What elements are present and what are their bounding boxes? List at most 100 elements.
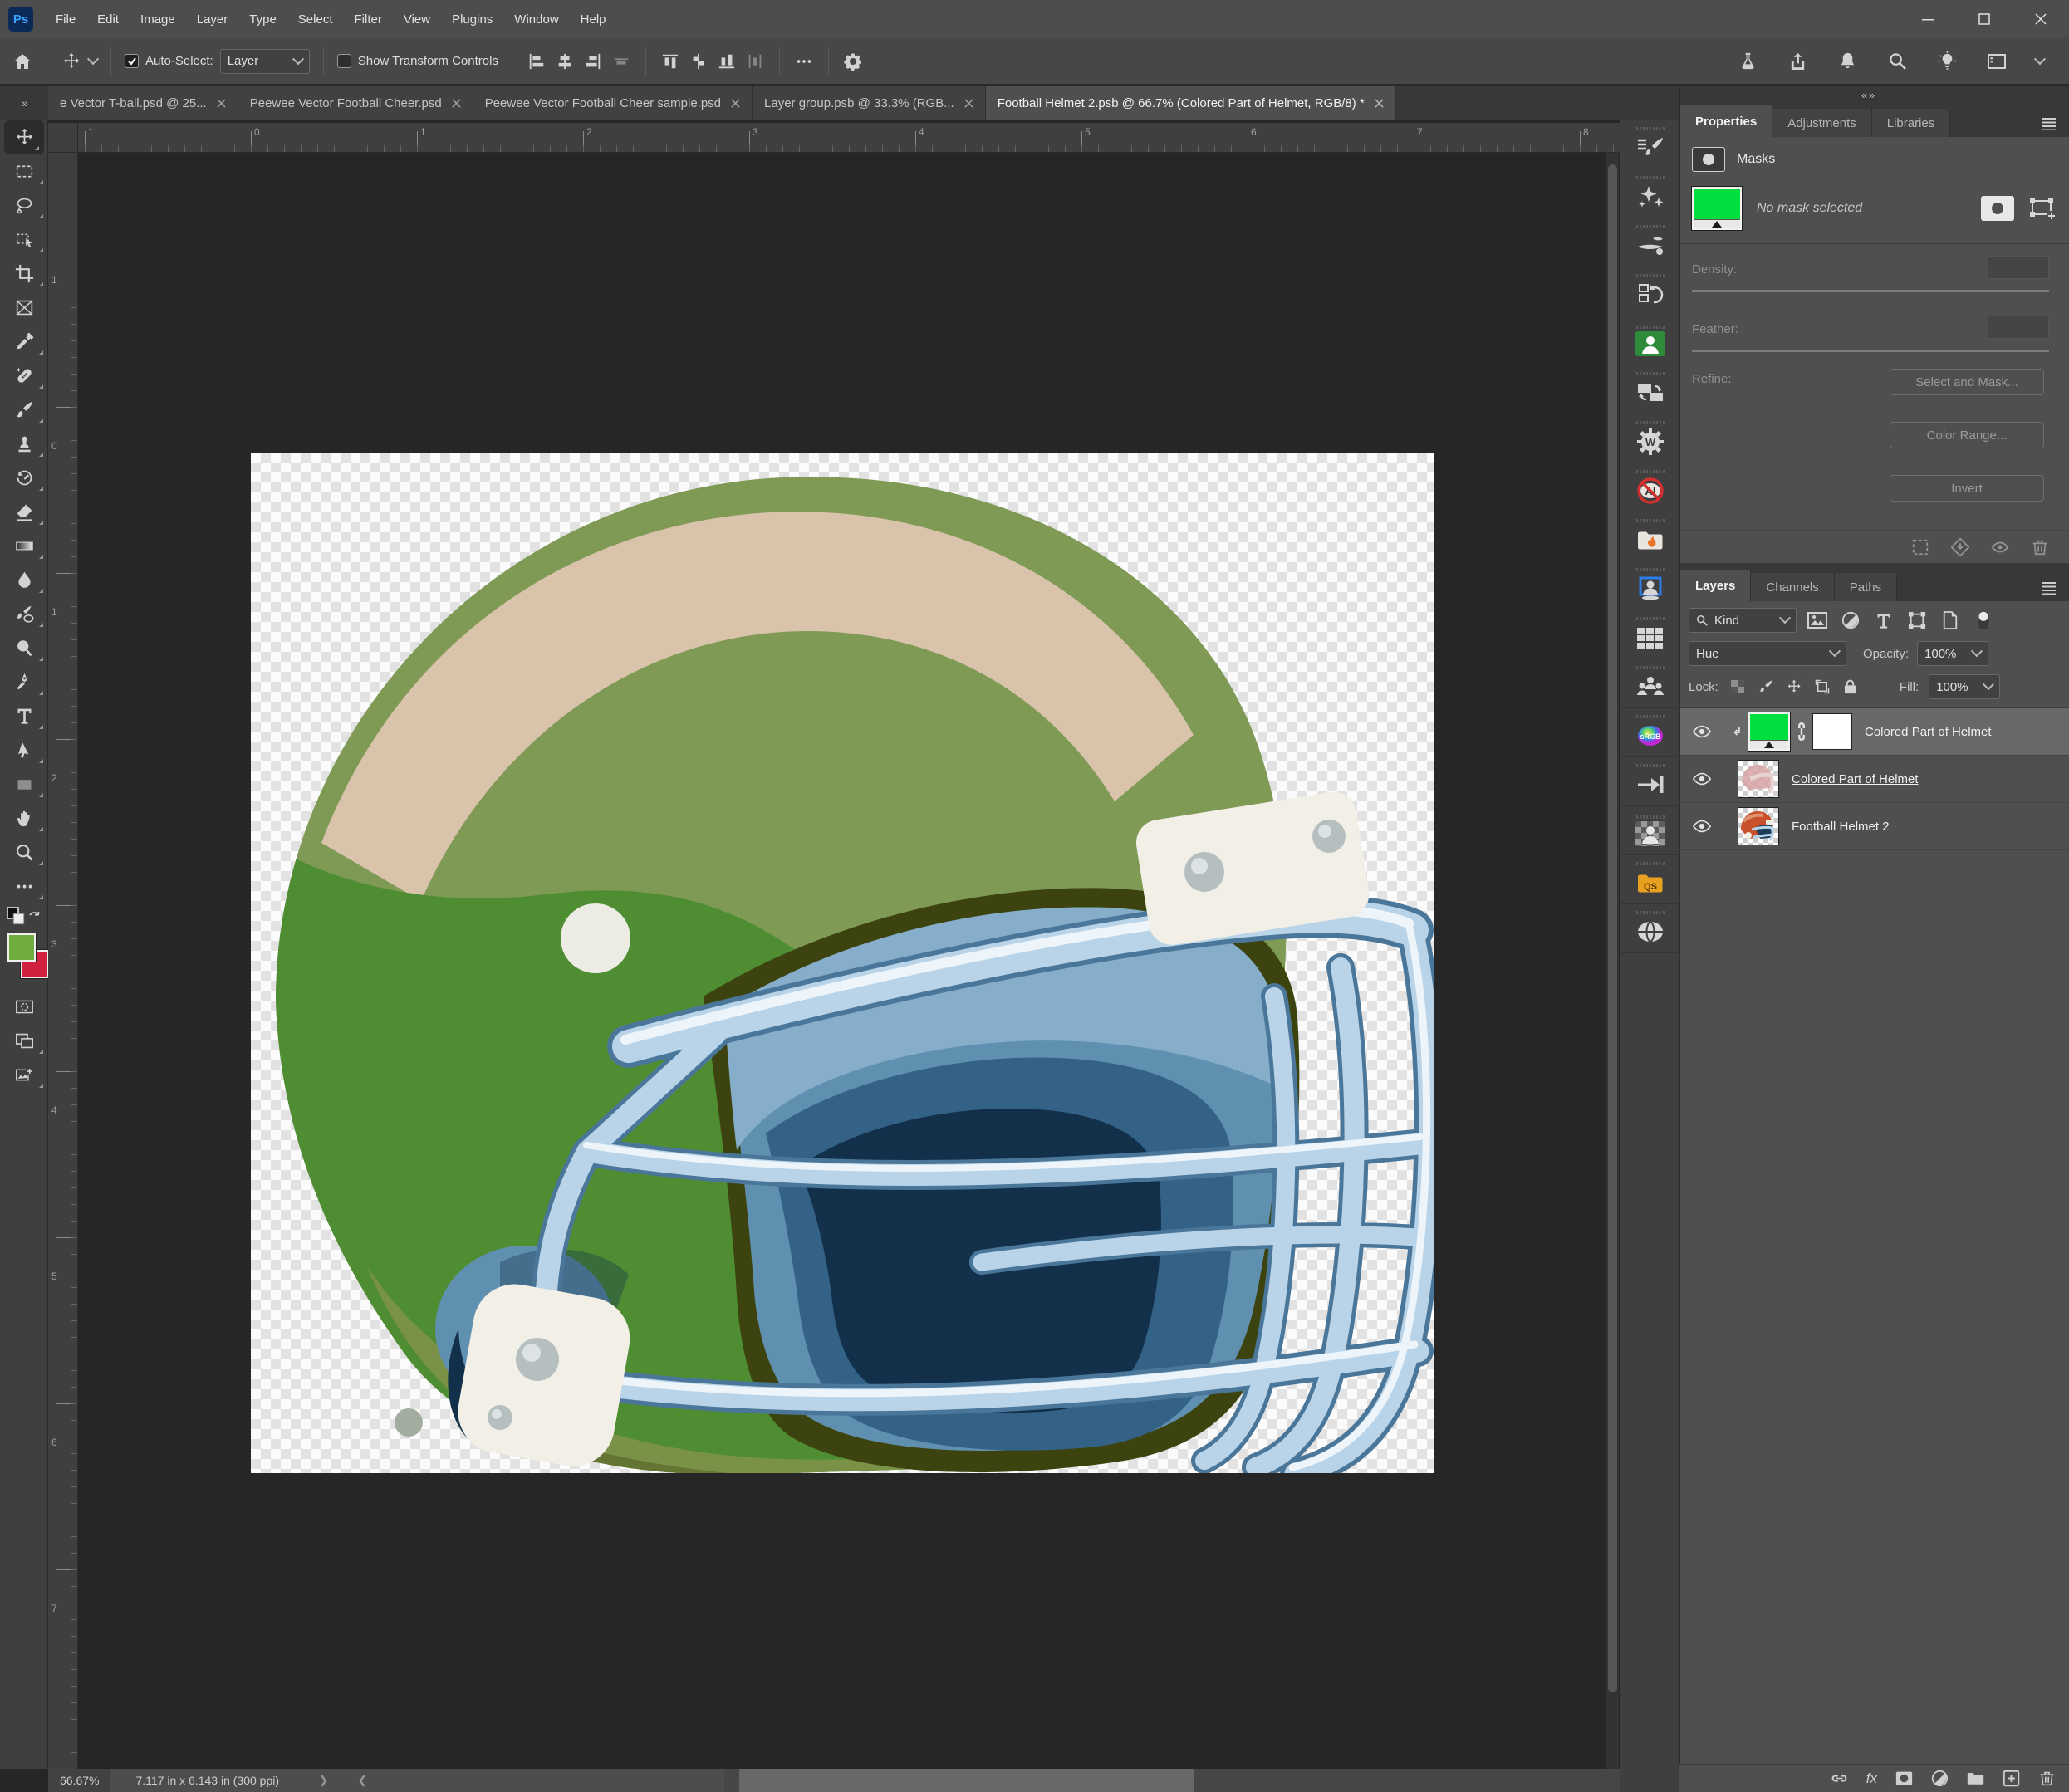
- lock-pixels-icon[interactable]: [1757, 678, 1775, 695]
- menu-file[interactable]: File: [45, 0, 86, 38]
- chevron-down-icon[interactable]: [2034, 53, 2046, 65]
- document-tab-active[interactable]: Football Helmet 2.psb @ 66.7% (Colored P…: [986, 86, 1396, 120]
- green-portrait-icon[interactable]: [1620, 316, 1680, 365]
- document-canvas[interactable]: [251, 453, 1434, 1473]
- panel-menu-icon[interactable]: [2041, 581, 2069, 601]
- menu-view[interactable]: View: [393, 0, 441, 38]
- maximize-button[interactable]: [1956, 0, 2013, 38]
- mask-link-icon[interactable]: [1795, 721, 1808, 742]
- menu-edit[interactable]: Edit: [86, 0, 130, 38]
- pen-tool[interactable]: [0, 665, 48, 699]
- rectangular-marquee-tool[interactable]: [0, 154, 48, 189]
- fx-icon[interactable]: fx: [1866, 1770, 1877, 1787]
- visibility-toggle[interactable]: [1680, 756, 1723, 802]
- group-icon[interactable]: [1967, 1770, 1984, 1787]
- minimize-button[interactable]: [1900, 0, 1956, 38]
- tab-layers[interactable]: Layers: [1680, 570, 1751, 601]
- fill-layer-thumbnail[interactable]: [1748, 712, 1790, 751]
- srgb-sphere-icon[interactable]: sRGB: [1620, 708, 1680, 757]
- frame-tool[interactable]: [0, 291, 48, 325]
- rotate-layout-icon[interactable]: [1620, 365, 1680, 414]
- quick-mask-mode-button[interactable]: [0, 990, 48, 1024]
- layer-mask-badge-icon[interactable]: [1981, 196, 2014, 221]
- gradient-tool[interactable]: [0, 529, 48, 563]
- distribute-vertical-icon[interactable]: [688, 51, 709, 72]
- path-selection-tool[interactable]: [0, 733, 48, 767]
- export-arrow-icon[interactable]: [1620, 757, 1680, 806]
- canvas-area[interactable]: 1 0 1 2 3 4 5 6 7 8 1 0 1 2 3 4 5 6 7: [48, 120, 1620, 1769]
- adjustment-filter-icon[interactable]: [1838, 610, 1863, 631]
- filter-kind-dropdown[interactable]: Kind: [1689, 608, 1797, 633]
- horizontal-scrollbar[interactable]: [724, 1769, 1620, 1792]
- close-icon[interactable]: [731, 99, 740, 108]
- layer-mask-thumbnail[interactable]: [1813, 714, 1851, 749]
- menu-plugins[interactable]: Plugins: [441, 0, 503, 38]
- close-icon[interactable]: [452, 99, 461, 108]
- magic-sparkle-icon[interactable]: [1620, 169, 1680, 218]
- foreground-color-swatch[interactable]: [7, 933, 36, 962]
- people-group-icon[interactable]: [1620, 659, 1680, 708]
- lock-artboard-icon[interactable]: [1813, 678, 1831, 695]
- panel-collapse-icon[interactable]: « »: [1680, 86, 2069, 104]
- align-right-icon[interactable]: [582, 51, 604, 72]
- layer-name[interactable]: Colored Part of Helmet: [1865, 725, 1992, 739]
- tab-channels[interactable]: Channels: [1751, 573, 1834, 601]
- zoom-level-field[interactable]: 66.67%: [48, 1769, 110, 1792]
- auto-select-checkbox[interactable]: [125, 54, 139, 68]
- default-colors-widget[interactable]: [0, 903, 48, 928]
- rectangle-tool[interactable]: [0, 767, 48, 801]
- clone-stamp-tool[interactable]: [0, 427, 48, 461]
- bell-icon[interactable]: [1836, 51, 1858, 72]
- more-options-icon[interactable]: [793, 51, 815, 72]
- type-filter-icon[interactable]: [1871, 610, 1896, 631]
- tab-adjustments[interactable]: Adjustments: [1772, 109, 1872, 137]
- menu-type[interactable]: Type: [238, 0, 287, 38]
- show-transform-checkbox[interactable]: [337, 54, 351, 68]
- align-bottom-icon[interactable]: [716, 51, 738, 72]
- lightbulb-icon[interactable]: [1936, 51, 1958, 72]
- document-tab[interactable]: Peewee Vector Football Cheer.psd: [238, 86, 473, 120]
- horizontal-ruler[interactable]: 1 0 1 2 3 4 5 6 7 8: [78, 123, 1620, 153]
- align-left-icon[interactable]: [526, 51, 547, 72]
- portrait-checker-icon[interactable]: [1620, 806, 1680, 855]
- history-brush-tool[interactable]: [0, 461, 48, 495]
- mixer-brush-tool[interactable]: [0, 597, 48, 631]
- blend-mode-dropdown[interactable]: Hue: [1689, 641, 1846, 666]
- document-tab[interactable]: Peewee Vector Football Cheer sample.psd: [473, 86, 753, 120]
- flame-folder-icon[interactable]: [1620, 512, 1680, 561]
- vertical-ruler[interactable]: 1 0 1 2 3 4 5 6 7: [48, 153, 78, 1769]
- flask-icon[interactable]: [1737, 51, 1758, 72]
- add-vector-mask-icon[interactable]: [2029, 196, 2057, 221]
- shape-filter-icon[interactable]: [1905, 610, 1929, 631]
- menu-select[interactable]: Select: [287, 0, 344, 38]
- close-icon[interactable]: [217, 99, 226, 108]
- layer-name[interactable]: Football Helmet 2: [1792, 820, 1890, 834]
- no-ai-icon[interactable]: AI: [1620, 463, 1680, 512]
- brush-pair-icon[interactable]: [1620, 218, 1680, 267]
- workspace-icon[interactable]: [1986, 51, 2008, 72]
- ruler-origin-box[interactable]: [48, 123, 78, 153]
- status-chevron-left-icon[interactable]: ❮: [343, 1774, 382, 1787]
- hand-tool[interactable]: [0, 801, 48, 835]
- adjustment-layer-icon[interactable]: [1931, 1770, 1949, 1787]
- vertical-scrollbar-thumb[interactable]: [1608, 164, 1617, 1692]
- status-chevron-right-icon[interactable]: ❯: [304, 1774, 343, 1787]
- lasso-tool[interactable]: [0, 189, 48, 223]
- filter-toggle-icon[interactable]: [1971, 610, 1996, 631]
- layer-row-colored-part[interactable]: Colored Part of Helmet: [1680, 756, 2069, 803]
- delete-layer-icon[interactable]: [2038, 1770, 2056, 1787]
- lock-position-icon[interactable]: [1785, 678, 1803, 695]
- type-tool[interactable]: [0, 699, 48, 733]
- document-tab[interactable]: Layer group.psb @ 33.3% (RGB...: [753, 86, 986, 120]
- grid-icon[interactable]: [1620, 610, 1680, 659]
- layer-row-colored-part-fill[interactable]: Colored Part of Helmet: [1680, 708, 2069, 756]
- brush-presets-icon[interactable]: [1620, 120, 1680, 169]
- visibility-toggle[interactable]: [1680, 708, 1723, 755]
- menu-layer[interactable]: Layer: [186, 0, 239, 38]
- menu-help[interactable]: Help: [570, 0, 617, 38]
- tab-paths[interactable]: Paths: [1835, 573, 1897, 601]
- qs-folder-icon[interactable]: QS: [1620, 855, 1680, 904]
- fill-dropdown[interactable]: 100%: [1929, 674, 2000, 699]
- home-icon[interactable]: [12, 51, 33, 72]
- layers-history-icon[interactable]: [1620, 267, 1680, 316]
